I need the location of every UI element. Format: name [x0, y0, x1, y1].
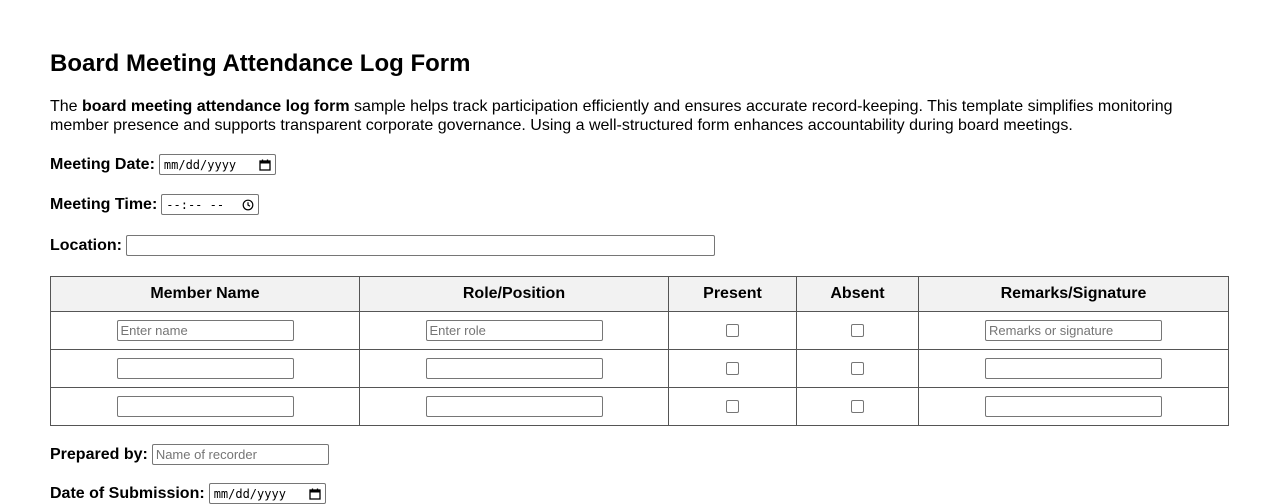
header-present: Present — [668, 276, 797, 312]
present-cell — [668, 387, 797, 426]
page-title: Board Meeting Attendance Log Form — [50, 50, 471, 77]
member-name-cell — [50, 349, 360, 388]
meeting-date-input[interactable]: mm/dd/yyyy — [158, 154, 276, 175]
prepared-by-input[interactable] — [151, 444, 329, 465]
header-role-position: Role/Position — [359, 276, 669, 312]
role-input[interactable] — [425, 358, 603, 379]
absent-checkbox[interactable] — [851, 323, 864, 337]
intro-bold: board meeting attendance log form — [82, 98, 350, 115]
submission-date-label: Date of Submission: — [50, 484, 205, 502]
meeting-date-row: Meeting Date: mm/dd/yyyy — [50, 154, 276, 175]
meeting-date-value: mm/dd/yyyy — [163, 157, 237, 172]
table-row — [50, 311, 1229, 350]
location-row: Location: — [50, 235, 715, 256]
member-name-input[interactable] — [116, 396, 294, 417]
intro-lead: The — [50, 98, 83, 115]
prepared-by-row: Prepared by: — [50, 444, 329, 465]
absent-cell — [796, 349, 919, 388]
present-cell — [668, 311, 797, 350]
intro-paragraph: The board meeting attendance log form sa… — [50, 97, 1190, 135]
remarks-cell — [918, 387, 1229, 426]
present-checkbox[interactable] — [726, 361, 739, 375]
role-cell — [359, 387, 669, 426]
location-input[interactable] — [126, 235, 715, 256]
role-input[interactable] — [425, 320, 603, 341]
absent-checkbox[interactable] — [851, 399, 864, 413]
present-checkbox[interactable] — [726, 399, 739, 413]
header-member-name: Member Name — [50, 276, 360, 312]
meeting-date-label: Meeting Date: — [50, 155, 155, 173]
meeting-time-row: Meeting Time: --:-- -- — [50, 194, 260, 215]
present-checkbox[interactable] — [726, 323, 739, 337]
header-remarks-signature: Remarks/Signature — [918, 276, 1229, 312]
location-label: Location: — [50, 236, 122, 254]
prepared-by-label: Prepared by: — [50, 445, 148, 463]
table-row — [50, 349, 1229, 388]
present-cell — [668, 349, 797, 388]
role-cell — [359, 311, 669, 350]
remarks-input[interactable] — [985, 358, 1162, 379]
meeting-time-input[interactable]: --:-- -- — [161, 194, 260, 215]
table-header-row: Member Name Role/Position Present Absent… — [50, 276, 1229, 312]
remarks-input[interactable] — [985, 396, 1162, 417]
table-row — [50, 387, 1229, 426]
remarks-input[interactable] — [985, 320, 1162, 341]
submission-date-value: mm/dd/yyyy — [213, 486, 286, 501]
role-input[interactable] — [425, 396, 603, 417]
absent-cell — [796, 387, 919, 426]
clock-icon[interactable] — [242, 199, 254, 211]
calendar-icon[interactable] — [309, 488, 321, 500]
absent-cell — [796, 311, 919, 350]
meeting-time-value: --:-- -- — [166, 197, 225, 212]
attendance-table: Member Name Role/Position Present Absent… — [50, 276, 1229, 426]
header-absent: Absent — [796, 276, 919, 312]
meeting-time-label: Meeting Time: — [50, 195, 158, 213]
calendar-icon[interactable] — [259, 159, 271, 171]
role-cell — [359, 349, 669, 388]
member-name-input[interactable] — [116, 358, 294, 379]
remarks-cell — [918, 349, 1229, 388]
member-name-input[interactable] — [116, 320, 294, 341]
member-name-cell — [50, 311, 360, 350]
member-name-cell — [50, 387, 360, 426]
remarks-cell — [918, 311, 1229, 350]
absent-checkbox[interactable] — [851, 361, 864, 375]
